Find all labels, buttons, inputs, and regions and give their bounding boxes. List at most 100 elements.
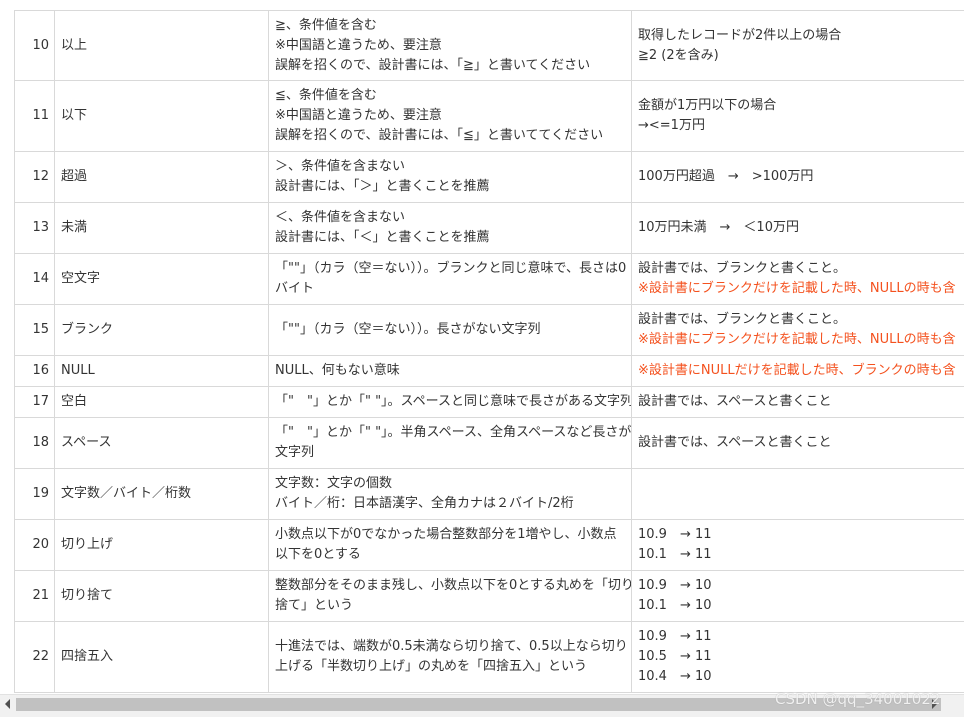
term-cell: スペース bbox=[54, 417, 269, 469]
description-line: 十進法では、端数が0.5未満なら切り捨て、0.5以上なら切り bbox=[275, 639, 628, 654]
term-cell: 以下 bbox=[54, 80, 269, 152]
description-line: 文字列 bbox=[275, 445, 315, 460]
example-line: 設計書では、ブランクと書くこと。 bbox=[638, 312, 847, 327]
description-line: 整数部分をそのまま残し、小数点以下を0とする丸めを「切り bbox=[275, 578, 632, 593]
table-row: 16 NULL NULL、何もない意味 ※設計書にNULLだけを記載した時、ブランクの… bbox=[14, 355, 964, 387]
row-number: 12 bbox=[14, 151, 55, 203]
table-row: 17 空白 「" "」とか「" "」。スペースと同じ意味で長さがある文字列 設計書では… bbox=[14, 386, 964, 418]
description-line: バイト／桁：日本語漢字、全角カナは２バイト/2桁 bbox=[275, 496, 574, 511]
glossary-table-body: 10 以上 ≧、条件値を含む ※中国語と違うため、要注意 誤解を招くので、設計書には、「… bbox=[14, 10, 964, 693]
row-number: 14 bbox=[14, 253, 55, 305]
table-row: 18 スペース 「" "」とか「" "」。半角スペース、全角スペースなど長さがある文… bbox=[14, 417, 964, 469]
description-line: バイト bbox=[275, 281, 315, 296]
example-line: 10.5 → 11 bbox=[638, 649, 712, 664]
description-line: ≦、条件値を含む bbox=[275, 88, 377, 103]
example-line: →<=1万円 bbox=[638, 118, 705, 133]
example-cell: 10.9 → 10 10.1 → 10 bbox=[631, 570, 964, 622]
description-line: ＜、条件値を含まない bbox=[275, 210, 406, 225]
example-note-warning: ※設計書にブランクだけを記載した時、NULLの時も含 bbox=[638, 281, 956, 296]
example-line: 取得したレコードが2件以上の場合 bbox=[638, 27, 842, 43]
description-line: 捨て」という bbox=[275, 598, 354, 613]
description-cell: ≧、条件値を含む ※中国語と違うため、要注意 誤解を招くので、設計書には、「≧」と書… bbox=[268, 10, 632, 81]
example-line: 10.4 → 10 bbox=[638, 669, 712, 684]
example-line: 10.9 → 11 bbox=[638, 629, 712, 644]
description-line: 小数点以下が0でなかった場合整数部分を1増やし、小数点 bbox=[275, 527, 617, 542]
table-viewport: 10 以上 ≧、条件値を含む ※中国語と違うため、要注意 誤解を招くので、設計書には、「… bbox=[0, 0, 964, 694]
scroll-left-arrow-icon[interactable] bbox=[5, 699, 10, 709]
row-number: 11 bbox=[14, 80, 55, 152]
description-line: NULL、何もない意味 bbox=[275, 363, 400, 378]
description-line: ※中国語と違うため、要注意 bbox=[275, 37, 442, 53]
description-cell: 「" "」とか「" "」。スペースと同じ意味で長さがある文字列 bbox=[268, 386, 632, 418]
term-cell: 未満 bbox=[54, 202, 269, 254]
table-row: 10 以上 ≧、条件値を含む ※中国語と違うため、要注意 誤解を招くので、設計書には、「… bbox=[14, 10, 964, 81]
example-cell: 10万円未満 → ＜10万円 bbox=[631, 202, 964, 254]
example-cell: 設計書では、スペースと書くこと bbox=[631, 386, 964, 418]
description-line: ※中国語と違うため、要注意 bbox=[275, 108, 442, 123]
table-row: 12 超過 ＞、条件値を含まない 設計書には、「＞」と書くことを推薦 100万円超過 →… bbox=[14, 151, 964, 203]
row-number: 13 bbox=[14, 202, 55, 254]
description-line: 誤解を招くので、設計書には、「≦」と書いててください bbox=[275, 128, 604, 143]
term-cell: ブランク bbox=[54, 304, 269, 356]
row-number: 22 bbox=[14, 621, 55, 693]
term-cell: 空文字 bbox=[54, 253, 269, 305]
description-cell: 十進法では、端数が0.5未満なら切り捨て、0.5以上なら切り 上げる「半数切り上げ… bbox=[268, 621, 632, 693]
description-cell: 小数点以下が0でなかった場合整数部分を1増やし、小数点 以下を0とする bbox=[268, 519, 632, 571]
table-row: 22 四捨五入 十進法では、端数が0.5未満なら切り捨て、0.5以上なら切り 上げる「… bbox=[14, 621, 964, 693]
description-cell: 「""」（カラ（空＝ない））。ブランクと同じ意味で、長さは0 バイト bbox=[268, 253, 632, 305]
description-cell: 文字数：文字の個数バイト／桁：日本語漢字、全角カナは２バイト/2桁 bbox=[268, 468, 632, 520]
example-cell: 10.9 → 11 10.1 → 11 bbox=[631, 519, 964, 571]
table-row: 13 未満 ＜、条件値を含まない 設計書には、「＜」と書くことを推薦 10万円未満 → … bbox=[14, 202, 964, 254]
example-cell: 設計書では、ブランクと書くこと。 ※設計書にブランクだけを記載した時、NULLの時… bbox=[631, 304, 964, 356]
description-cell: 「" "」とか「" "」。半角スペース、全角スペースなど長さがある 文字列 bbox=[268, 417, 632, 469]
term-cell: 四捨五入 bbox=[54, 621, 269, 693]
row-number: 21 bbox=[14, 570, 55, 622]
watermark: CSDN @qq_34001022 bbox=[775, 690, 941, 708]
glossary-table: 10 以上 ≧、条件値を含む ※中国語と違うため、要注意 誤解を招くので、設計書には、「… bbox=[14, 10, 964, 693]
table-row: 14 空文字 「""」（カラ（空＝ない））。ブランクと同じ意味で、長さは0 バイト 設計… bbox=[14, 253, 964, 305]
example-line: 10.9 → 10 bbox=[638, 578, 712, 593]
table-row: 11 以下 ≦、条件値を含む ※中国語と違うため、要注意誤解を招くので、設計書には、「… bbox=[14, 80, 964, 152]
example-line: 金額が1万円以下の場合 bbox=[638, 98, 777, 113]
description-line: ≧、条件値を含む bbox=[275, 17, 377, 33]
example-cell: 設計書では、スペースと書くこと bbox=[631, 417, 964, 469]
description-line: 設計書には、「＜」と書くことを推薦 bbox=[275, 230, 490, 245]
description-line: 以下を0とする bbox=[275, 547, 361, 562]
example-cell: 設計書では、ブランクと書くこと。 ※設計書にブランクだけを記載した時、NULLの時… bbox=[631, 253, 964, 305]
description-line: ＞、条件値を含まない bbox=[275, 159, 406, 174]
table-row: 20 切り上げ 小数点以下が0でなかった場合整数部分を1増やし、小数点 以下を0とする… bbox=[14, 519, 964, 571]
description-cell: ≦、条件値を含む ※中国語と違うため、要注意誤解を招くので、設計書には、「≦」と書… bbox=[268, 80, 632, 152]
example-line: 10.1 → 11 bbox=[638, 547, 712, 562]
description-cell: NULL、何もない意味 bbox=[268, 355, 632, 387]
example-line: ≧2 (2を含み) bbox=[638, 47, 719, 63]
description-cell: ＜、条件値を含まない設計書には、「＜」と書くことを推薦 bbox=[268, 202, 632, 254]
example-line: 設計書では、スペースと書くこと bbox=[638, 435, 832, 450]
description-cell: ＞、条件値を含まない 設計書には、「＞」と書くことを推薦 bbox=[268, 151, 632, 203]
description-line: 文字数：文字の個数 bbox=[275, 476, 393, 491]
term-cell: 超過 bbox=[54, 151, 269, 203]
description-line: 上げる「半数切り上げ」の丸めを「四捨五入」という bbox=[275, 659, 588, 674]
example-line: 設計書では、ブランクと書くこと。 bbox=[638, 261, 847, 276]
example-line: 10.1 → 10 bbox=[638, 598, 712, 613]
term-cell: 切り捨て bbox=[54, 570, 269, 622]
example-cell: ※設計書にNULLだけを記載した時、ブランクの時も含 bbox=[631, 355, 964, 387]
example-cell bbox=[631, 468, 964, 520]
description-line: 「""」（カラ（空＝ない））。ブランクと同じ意味で、長さは0 bbox=[275, 261, 627, 276]
description-cell: 「""」（カラ（空＝ない））。長さがない文字列 bbox=[268, 304, 632, 356]
row-number: 10 bbox=[14, 10, 55, 81]
description-line: 「" "」とか「" "」。半角スペース、全角スペースなど長さがある bbox=[275, 425, 632, 440]
example-cell: 取得したレコードが2件以上の場合 ≧2 (2を含み) bbox=[631, 10, 964, 81]
table-row: 21 切り捨て 整数部分をそのまま残し、小数点以下を0とする丸めを「切り 捨て」という… bbox=[14, 570, 964, 622]
example-line: 10万円未満 → ＜10万円 bbox=[638, 220, 799, 235]
row-number: 15 bbox=[14, 304, 55, 356]
term-cell: 切り上げ bbox=[54, 519, 269, 571]
example-line: 10.9 → 11 bbox=[638, 527, 712, 542]
example-note-warning: ※設計書にブランクだけを記載した時、NULLの時も含 bbox=[638, 332, 956, 347]
description-cell: 整数部分をそのまま残し、小数点以下を0とする丸めを「切り 捨て」という bbox=[268, 570, 632, 622]
example-line: 100万円超過 → >100万円 bbox=[638, 169, 814, 184]
row-number: 20 bbox=[14, 519, 55, 571]
table-row: 15 ブランク 「""」（カラ（空＝ない））。長さがない文字列 設計書では、ブランクと… bbox=[14, 304, 964, 356]
term-cell: NULL bbox=[54, 355, 269, 387]
term-cell: 空白 bbox=[54, 386, 269, 418]
example-cell: 金額が1万円以下の場合 →<=1万円 bbox=[631, 80, 964, 152]
